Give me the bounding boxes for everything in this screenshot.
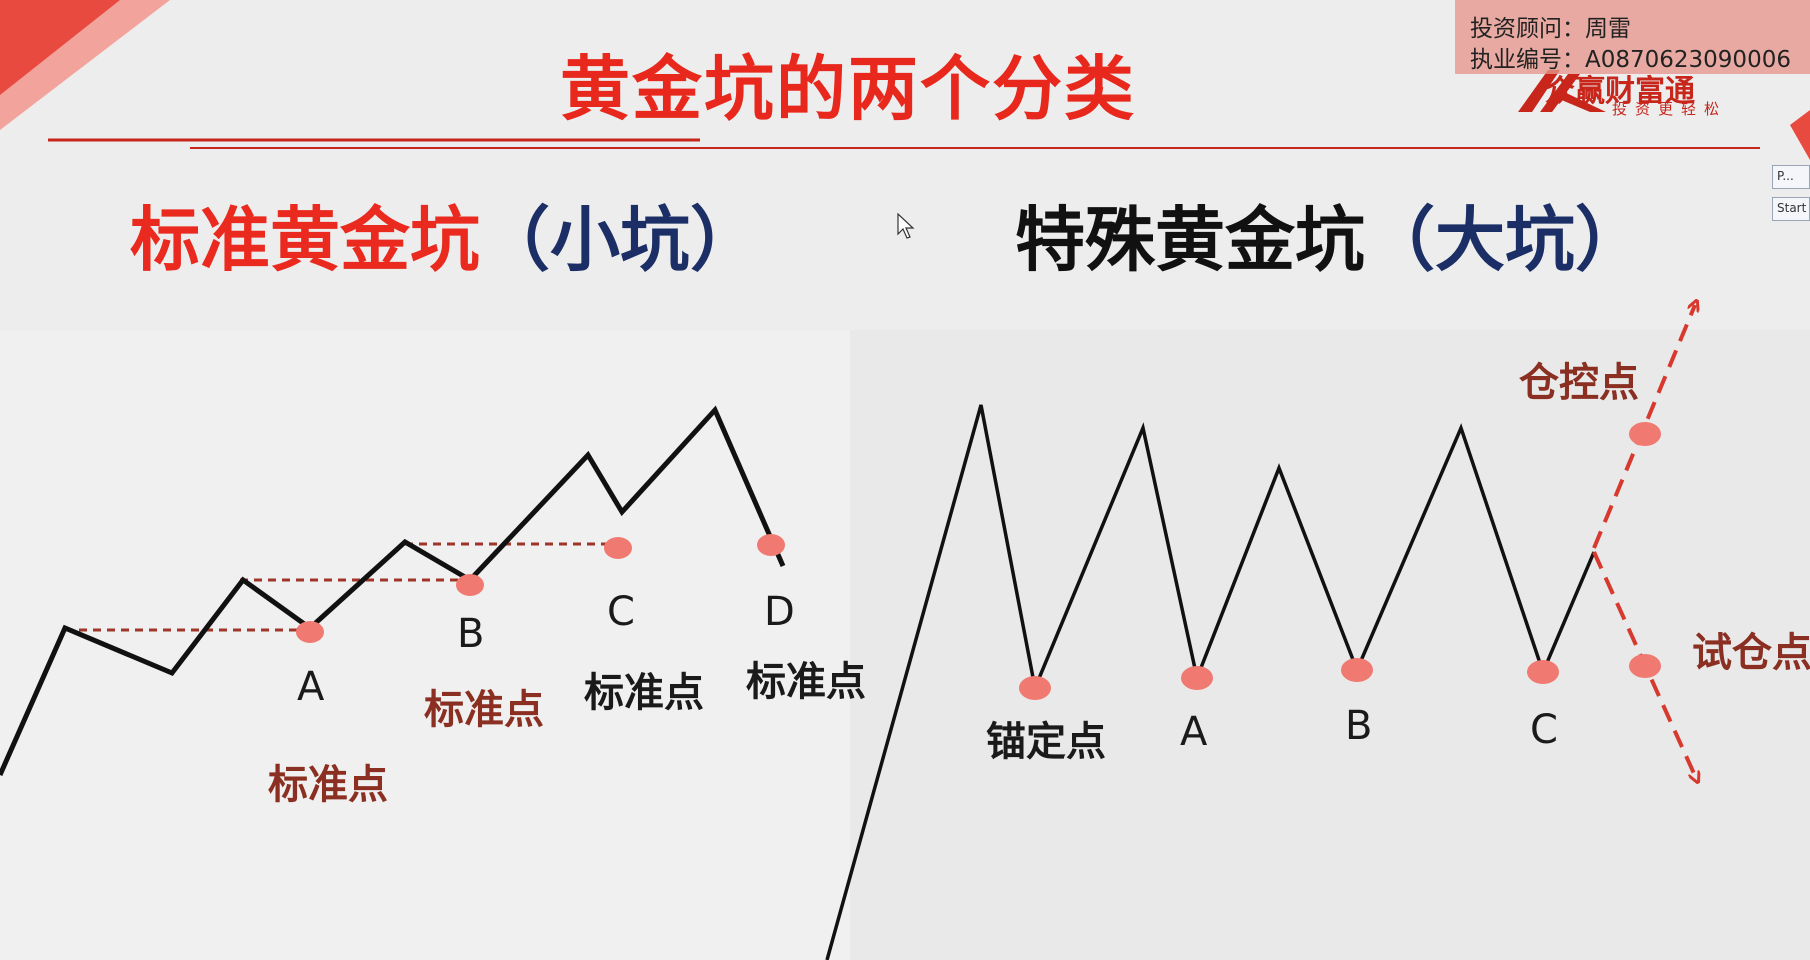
left-dashed-levels	[65, 542, 620, 632]
left-heading-main: 标准黄金坑	[130, 199, 480, 281]
dot-down	[1629, 654, 1661, 678]
dot-right-c	[1527, 660, 1559, 684]
left-heading-paren: （小坑）	[480, 199, 760, 281]
left-label-b: 标准点	[424, 687, 544, 733]
dot-b	[456, 574, 484, 596]
left-letter-a: A	[297, 664, 325, 710]
left-price-line	[0, 405, 786, 777]
right-letter-b: B	[1345, 703, 1373, 749]
advisor-name: 投资顾问：周雷	[1470, 16, 1631, 42]
mouse-cursor-icon	[897, 212, 915, 239]
left-point-dots	[296, 534, 785, 643]
page-title: 黄金坑的两个分类	[560, 48, 1136, 130]
right-letter-a: A	[1180, 709, 1208, 755]
dot-d	[757, 534, 785, 556]
dot-right-a	[1181, 666, 1213, 690]
dot-a	[296, 621, 324, 643]
right-heading-main: 特殊黄金坑	[1015, 199, 1365, 281]
right-letter-c: C	[1530, 707, 1558, 753]
left-label-d: 标准点	[746, 659, 866, 705]
left-letter-b: B	[457, 611, 485, 657]
right-point-dots	[1019, 422, 1661, 700]
logo-slogan: 投资更轻松	[1612, 100, 1728, 118]
right-heading-paren: （大坑）	[1365, 199, 1645, 281]
slide: 黄金坑的两个分类 标准黄金坑（小坑） 特殊黄金坑（大坑） A 标准点 B 标准点…	[0, 0, 1810, 960]
widget-field[interactable]: P...	[1772, 165, 1810, 189]
down-label: 试仓点	[1692, 630, 1810, 676]
dot-c	[604, 537, 632, 559]
left-letter-d: D	[764, 589, 795, 635]
diagram-canvas	[0, 212, 1810, 960]
right-panel-heading: 特殊黄金坑（大坑）	[1015, 205, 1645, 275]
start-button[interactable]: Start	[1772, 197, 1810, 221]
dot-anchor	[1019, 676, 1051, 700]
left-label-c: 标准点	[584, 670, 704, 716]
left-label-a: 标准点	[268, 762, 388, 808]
up-label: 仓控点	[1519, 360, 1639, 406]
overlay-widget: P... Start	[1772, 165, 1810, 227]
dot-right-b	[1341, 658, 1373, 682]
dot-up	[1629, 422, 1661, 446]
left-letter-c: C	[607, 589, 635, 635]
left-panel-heading: 标准黄金坑（小坑）	[130, 205, 760, 275]
advisor-badge: 投资顾问：周雷 执业编号：A0870623090006	[1455, 0, 1810, 74]
anchor-label: 锚定点	[986, 719, 1106, 765]
